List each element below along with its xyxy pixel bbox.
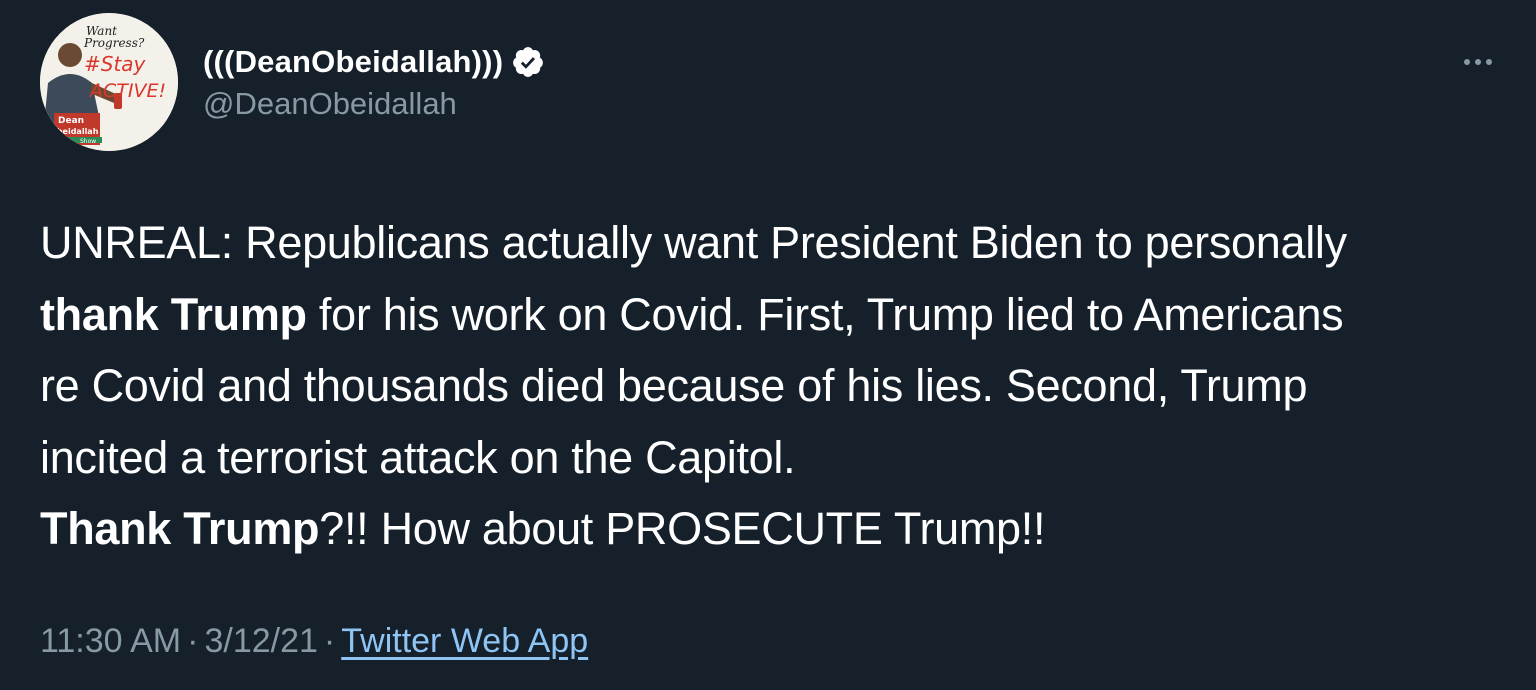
- tweet-line-2: for his work on Covid. First, Trump lied…: [306, 288, 1344, 340]
- display-name-row: (((DeanObeidallah))): [203, 40, 545, 84]
- avatar-dean-text: Dean: [58, 116, 84, 126]
- avatar-active-text: ACTIVE!: [88, 80, 166, 102]
- avatar-image: Want Progress? #Stay ACTIVE! Dean Obeida…: [40, 13, 178, 151]
- verified-badge-icon: [513, 47, 544, 77]
- tweet-meta: 11:30 AM · 3/12/21 · Twitter Web App: [40, 617, 588, 665]
- tweet-line-1: UNREAL: Republicans actually want Presid…: [40, 217, 1347, 268]
- avatar-progress-text: Progress?: [83, 36, 145, 50]
- tweet-date[interactable]: 3/12/21: [204, 622, 317, 660]
- more-options-icon: [1464, 59, 1492, 65]
- meta-separator: ·: [187, 622, 199, 660]
- avatar-show-text: Show: [80, 138, 96, 145]
- tweet-text: UNREAL: Republicans actually want Presid…: [40, 207, 1500, 565]
- author-names: (((DeanObeidallah))) @DeanObeidallah: [203, 40, 545, 124]
- avatar-obeidallah-text: Obeidallah: [50, 127, 99, 136]
- author-avatar[interactable]: Want Progress? #Stay ACTIVE! Dean Obeida…: [40, 13, 178, 151]
- tweet-bold-thank-trump-2: Thank Trump: [40, 503, 320, 554]
- tweet-time[interactable]: 11:30 AM: [40, 622, 181, 660]
- tweet-bold-thank-trump: thank Trump: [40, 288, 307, 340]
- tweet-line-4: incited a terrorist attack on the Capito…: [40, 431, 796, 483]
- more-options-button[interactable]: [1460, 44, 1496, 80]
- tweet-line-3: re Covid and thousands died because of h…: [40, 360, 1308, 411]
- meta-separator-2: ·: [323, 622, 336, 660]
- author-handle[interactable]: @DeanObeidallah: [203, 84, 545, 124]
- tweet-line-5: ?!! How about PROSECUTE Trump!!: [319, 503, 1046, 554]
- tweet-source-link[interactable]: Twitter Web App: [341, 622, 588, 660]
- display-name[interactable]: (((DeanObeidallah))): [203, 42, 503, 82]
- avatar-stay-text: #Stay: [84, 52, 147, 76]
